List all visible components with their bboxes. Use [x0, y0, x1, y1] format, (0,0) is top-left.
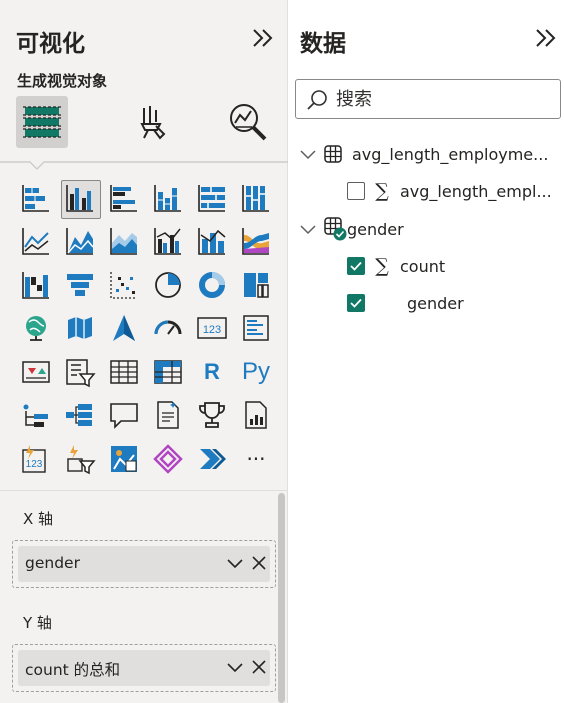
- remove-field-close-icon[interactable]: [250, 658, 268, 676]
- table-icon[interactable]: [102, 350, 146, 394]
- wells-separator: [0, 490, 288, 491]
- table-name: avg_length_employme...: [352, 144, 549, 164]
- field-row-count[interactable]: ∑ count: [347, 251, 445, 281]
- 100-stacked-column-chart-icon[interactable]: [234, 176, 278, 220]
- waterfall-chart-icon[interactable]: [14, 263, 58, 307]
- build-tabs: [10, 96, 280, 156]
- pie-chart-icon[interactable]: [146, 263, 190, 307]
- build-visual-subtitle: 生成视觉对象: [17, 72, 108, 90]
- x-axis-well-label: X 轴: [23, 510, 54, 528]
- kpi-icon[interactable]: [14, 350, 58, 394]
- field-checkbox-checked[interactable]: [347, 294, 365, 312]
- search-input[interactable]: [336, 84, 551, 114]
- key-influencers-icon[interactable]: [14, 394, 58, 438]
- more-options-label: ···: [246, 446, 266, 471]
- y-axis-well[interactable]: count 的总和: [12, 644, 276, 692]
- line-clustered-column-icon[interactable]: [146, 220, 190, 264]
- checkmark-icon: [350, 298, 362, 308]
- chevron-down-icon[interactable]: [299, 145, 317, 163]
- field-row-gender[interactable]: gender: [347, 288, 464, 318]
- svg-text:123: 123: [26, 459, 43, 470]
- checkmark-icon: [350, 261, 362, 271]
- x-axis-field-pill[interactable]: gender: [18, 546, 270, 582]
- smart-narrative-icon[interactable]: [146, 394, 190, 438]
- scatter-chart-icon[interactable]: [102, 263, 146, 307]
- get-more-visuals-icon[interactable]: [146, 437, 190, 481]
- 100-stacked-bar-chart-icon[interactable]: [190, 176, 234, 220]
- y-axis-field-name: count 的总和: [25, 661, 121, 679]
- line-stacked-column-icon[interactable]: [190, 220, 234, 264]
- table-row-gender[interactable]: gender: [299, 214, 404, 244]
- field-checkbox-checked[interactable]: [347, 257, 365, 275]
- visual-types-grid: 123 R Py 123 ···: [14, 176, 276, 481]
- decomposition-tree-icon[interactable]: [58, 394, 102, 438]
- format-paintbrush-icon[interactable]: [124, 96, 176, 148]
- data-title: 数据: [300, 31, 346, 57]
- table-icon: [324, 145, 342, 163]
- stacked-bar-chart-icon[interactable]: [14, 176, 58, 220]
- visualizations-pane: 可视化 生成视觉对象 123 R Py 123 ··· X 轴 gender Y…: [0, 0, 288, 703]
- qa-icon[interactable]: [102, 394, 146, 438]
- slicer-icon[interactable]: [58, 350, 102, 394]
- search-icon: [307, 90, 327, 110]
- more-options-icon[interactable]: ···: [234, 437, 278, 481]
- table-in-use-icon: [323, 216, 347, 242]
- field-checkbox[interactable]: [347, 182, 365, 200]
- metrics-icon[interactable]: [190, 394, 234, 438]
- ribbon-chart-icon[interactable]: [234, 220, 278, 264]
- wells-scrollbar[interactable]: [278, 493, 285, 703]
- stacked-column-chart-icon[interactable]: [146, 176, 190, 220]
- chevron-down-icon[interactable]: [226, 554, 244, 572]
- donut-chart-icon[interactable]: [190, 263, 234, 307]
- fields-well-icon[interactable]: [16, 96, 68, 148]
- chevron-down-icon[interactable]: [299, 220, 317, 238]
- x-axis-well[interactable]: gender: [12, 540, 276, 588]
- y-axis-well-label: Y 轴: [23, 614, 52, 632]
- area-chart-icon[interactable]: [58, 220, 102, 264]
- r-visual-label: R: [204, 358, 220, 384]
- clustered-column-chart-icon[interactable]: [58, 176, 102, 220]
- matrix-icon[interactable]: [146, 350, 190, 394]
- clustered-bar-chart-icon[interactable]: [102, 176, 146, 220]
- stacked-area-chart-icon[interactable]: [102, 220, 146, 264]
- x-axis-field-name: gender: [25, 554, 80, 572]
- python-visual-label: Py: [241, 357, 270, 385]
- gauge-icon[interactable]: [146, 307, 190, 351]
- card-icon[interactable]: 123: [190, 307, 234, 351]
- visualizations-title: 可视化: [16, 31, 85, 57]
- data-pane: 数据 avg_length_employme... ∑ avg_length_e…: [289, 0, 564, 703]
- remove-field-close-icon[interactable]: [250, 554, 268, 572]
- multi-row-card-icon[interactable]: [234, 307, 278, 351]
- sigma-icon: ∑: [375, 180, 389, 202]
- check-badge-icon: [333, 227, 347, 241]
- field-name: gender: [407, 293, 464, 313]
- arcgis-map-icon[interactable]: [102, 437, 146, 481]
- table-row-avg-length[interactable]: avg_length_employme...: [299, 139, 548, 169]
- collapse-visualizations-icon[interactable]: [250, 24, 276, 52]
- data-search-box[interactable]: [295, 79, 561, 119]
- table-name: gender: [347, 219, 404, 239]
- power-automate-flow-icon[interactable]: [190, 437, 234, 481]
- python-visual-icon[interactable]: Py: [234, 350, 278, 394]
- analytics-magnifier-icon[interactable]: [222, 96, 274, 148]
- funnel-chart-icon[interactable]: [58, 263, 102, 307]
- line-chart-icon[interactable]: [14, 220, 58, 264]
- treemap-icon[interactable]: [234, 263, 278, 307]
- collapse-data-icon[interactable]: [533, 24, 559, 52]
- power-automate-icon[interactable]: [58, 437, 102, 481]
- r-visual-icon[interactable]: R: [190, 350, 234, 394]
- sigma-icon: ∑: [375, 255, 389, 277]
- field-name: avg_length_empl...: [400, 181, 552, 201]
- filled-map-icon[interactable]: [58, 307, 102, 351]
- paginated-report-icon[interactable]: [234, 394, 278, 438]
- y-axis-field-pill[interactable]: count 的总和: [18, 650, 270, 686]
- field-row-avg-length-empl[interactable]: ∑ avg_length_empl...: [347, 176, 552, 206]
- svg-text:123: 123: [203, 324, 221, 336]
- azure-map-icon[interactable]: [102, 307, 146, 351]
- field-name: count: [400, 256, 446, 276]
- tab-indicator-divider: [0, 161, 288, 170]
- chevron-down-icon[interactable]: [226, 658, 244, 676]
- map-icon[interactable]: [14, 307, 58, 351]
- power-apps-icon[interactable]: 123: [14, 437, 58, 481]
